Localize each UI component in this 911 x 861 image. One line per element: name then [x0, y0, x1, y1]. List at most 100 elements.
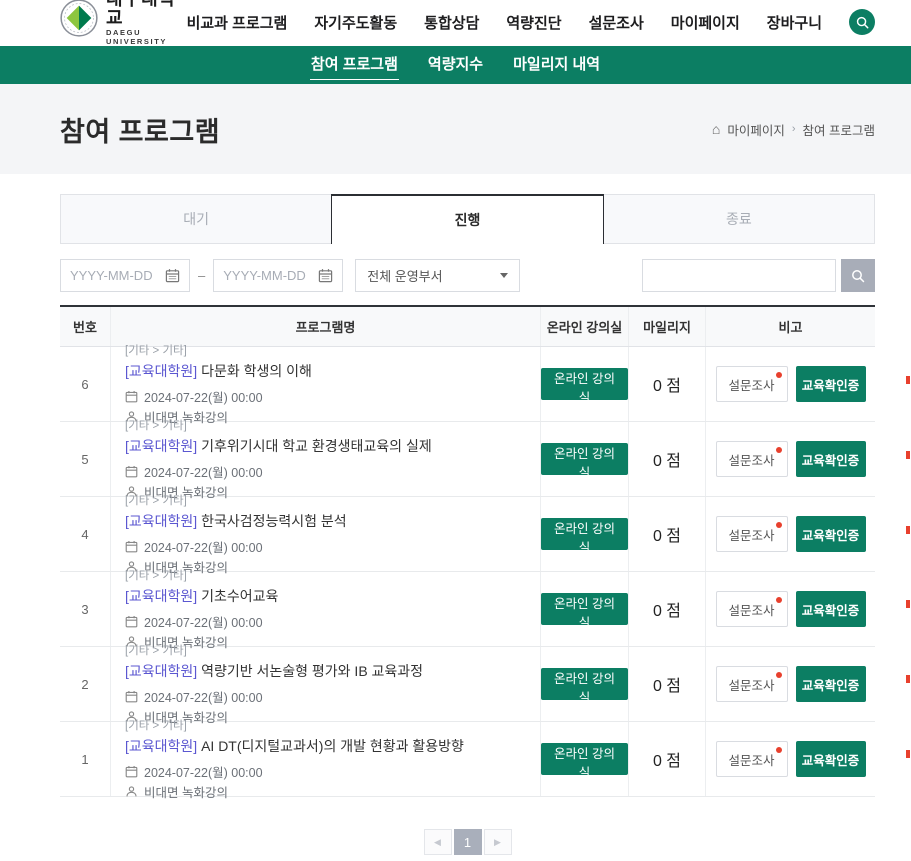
department-select-value: 전체 운영부서 — [367, 266, 442, 285]
survey-button[interactable]: 설문조사 — [716, 591, 788, 627]
program-date: 2024-07-22(월) 00:00 — [144, 537, 263, 556]
row-number: 5 — [60, 422, 110, 496]
program-category: [기타 > 기타] — [125, 642, 187, 658]
table-row: 2 [기타 > 기타] [교육대학원] 역량기반 서논술형 평가와 IB 교육과… — [60, 647, 875, 722]
online-classroom-button[interactable]: 온라인 강의실 — [541, 743, 628, 775]
program-org: [교육대학원] — [125, 438, 197, 454]
program-org: [교육대학원] — [125, 513, 197, 529]
program-date: 2024-07-22(월) 00:00 — [144, 387, 263, 406]
tab-waiting[interactable]: 대기 — [60, 194, 332, 244]
date-to-field[interactable] — [213, 259, 343, 292]
filter-bar: – 전체 운영부서 — [60, 259, 875, 292]
calendar-icon[interactable] — [165, 268, 180, 283]
tab-in-progress[interactable]: 진행 — [331, 194, 603, 244]
status-tabs: 대기 진행 종료 — [60, 194, 875, 244]
subnav-item-mileage-history[interactable]: 마일리지 내역 — [512, 51, 601, 79]
pagination: ◀ 1 ▶ — [60, 829, 875, 855]
mileage-value: 0 점 — [653, 372, 681, 396]
pagination-next-button[interactable]: ▶ — [484, 829, 512, 855]
certificate-button[interactable]: 교육확인증 — [796, 366, 866, 402]
nav-item-competency[interactable]: 역량진단 — [506, 12, 561, 33]
nav-item-counseling[interactable]: 통합상담 — [424, 12, 479, 33]
survey-button[interactable]: 설문조사 — [716, 441, 788, 477]
table-search-button[interactable] — [841, 259, 875, 292]
online-classroom-button[interactable]: 온라인 강의실 — [541, 443, 628, 475]
department-select[interactable]: 전체 운영부서 — [355, 259, 520, 292]
col-header-classroom: 온라인 강의실 — [540, 307, 628, 346]
scrollbar-marker — [906, 376, 910, 384]
online-classroom-button[interactable]: 온라인 강의실 — [541, 518, 628, 550]
pagination-prev-button[interactable]: ◀ — [424, 829, 452, 855]
col-header-mileage: 마일리지 — [628, 307, 705, 346]
nav-item-cart[interactable]: 장바구니 — [767, 12, 822, 33]
nav-item-self-directed[interactable]: 자기주도활동 — [314, 12, 397, 33]
online-classroom-button[interactable]: 온라인 강의실 — [541, 668, 628, 700]
subnav-item-programs[interactable]: 참여 프로그램 — [310, 51, 399, 80]
date-to-input[interactable] — [223, 268, 312, 283]
survey-button[interactable]: 설문조사 — [716, 516, 788, 552]
mileage-cell: 0 점 — [628, 422, 705, 496]
survey-button[interactable]: 설문조사 — [716, 366, 788, 402]
online-classroom-button[interactable]: 온라인 강의실 — [541, 593, 628, 625]
nav-item-survey[interactable]: 설문조사 — [589, 12, 644, 33]
mileage-cell: 0 점 — [628, 722, 705, 796]
scrollbar-marker — [906, 526, 910, 534]
pagination-page-1[interactable]: 1 — [454, 829, 482, 855]
breadcrumb-current: 참여 프로그램 — [803, 120, 875, 139]
certificate-button[interactable]: 교육확인증 — [796, 741, 866, 777]
col-header-no: 번호 — [60, 307, 110, 346]
program-title-link[interactable]: [교육대학원] 다문화 학생의 이해 — [125, 361, 312, 381]
notification-dot — [776, 372, 782, 378]
nav-item-extracurricular[interactable]: 비교과 프로그램 — [187, 12, 288, 33]
search-icon — [851, 269, 865, 283]
notification-dot — [776, 522, 782, 528]
mileage-cell: 0 점 — [628, 647, 705, 721]
keyword-search-input[interactable] — [642, 259, 836, 292]
online-classroom-button[interactable]: 온라인 강의실 — [541, 368, 628, 400]
survey-button-label: 설문조사 — [728, 529, 774, 543]
mileage-cell: 0 점 — [628, 347, 705, 421]
tab-ended[interactable]: 종료 — [603, 194, 875, 244]
search-icon — [856, 16, 869, 29]
breadcrumb-mypage[interactable]: 마이페이지 — [727, 120, 785, 139]
program-org: [교육대학원] — [125, 363, 197, 379]
program-cell: [기타 > 기타] [교육대학원] 한국사검정능력시험 분석 2024-07-2… — [110, 497, 540, 571]
program-date-line: 2024-07-22(월) 00:00 — [125, 612, 263, 631]
certificate-button[interactable]: 교육확인증 — [796, 516, 866, 552]
certificate-button[interactable]: 교육확인증 — [796, 591, 866, 627]
calendar-icon — [125, 765, 138, 778]
home-icon[interactable]: ⌂ — [712, 122, 720, 136]
col-header-remarks: 비고 — [705, 307, 875, 346]
program-date: 2024-07-22(월) 00:00 — [144, 462, 263, 481]
program-cell: [기타 > 기타] [교육대학원] 다문화 학생의 이해 2024-07-22(… — [110, 347, 540, 421]
program-title-link[interactable]: [교육대학원] 기초수어교육 — [125, 586, 278, 606]
program-org: [교육대학원] — [125, 588, 197, 604]
remarks-cell: 설문조사 교육확인증 — [705, 422, 875, 496]
university-logo[interactable]: 대구대학교 DAEGU UNIVERSITY — [60, 0, 187, 46]
classroom-cell: 온라인 강의실 — [540, 347, 628, 421]
date-from-input[interactable] — [70, 268, 159, 283]
certificate-button[interactable]: 교육확인증 — [796, 666, 866, 702]
program-title-link[interactable]: [교육대학원] 기후위기시대 학교 환경생태교육의 실제 — [125, 436, 432, 456]
calendar-icon[interactable] — [318, 268, 333, 283]
survey-button[interactable]: 설문조사 — [716, 666, 788, 702]
nav-item-mypage[interactable]: 마이페이지 — [671, 12, 740, 33]
header-search-button[interactable] — [849, 9, 875, 35]
certificate-button[interactable]: 교육확인증 — [796, 441, 866, 477]
classroom-cell: 온라인 강의실 — [540, 497, 628, 571]
classroom-cell: 온라인 강의실 — [540, 572, 628, 646]
program-cell: [기타 > 기타] [교육대학원] 역량기반 서논술형 평가와 IB 교육과정 … — [110, 647, 540, 721]
mileage-cell: 0 점 — [628, 497, 705, 571]
calendar-icon — [125, 540, 138, 553]
survey-button-label: 설문조사 — [728, 379, 774, 393]
notification-dot — [776, 447, 782, 453]
program-cell: [기타 > 기타] [교육대학원] AI DT(디지털교과서)의 개발 현황과 … — [110, 722, 540, 796]
date-from-field[interactable] — [60, 259, 190, 292]
survey-button[interactable]: 설문조사 — [716, 741, 788, 777]
top-header: 대구대학교 DAEGU UNIVERSITY 비교과 프로그램 자기주도활동 통… — [0, 0, 911, 46]
subnav-item-competency-index[interactable]: 역량지수 — [427, 51, 484, 79]
program-title-link[interactable]: [교육대학원] AI DT(디지털교과서)의 개발 현황과 활용방향 — [125, 736, 464, 756]
logo-title: 대구대학교 — [106, 0, 187, 28]
program-title-link[interactable]: [교육대학원] 한국사검정능력시험 분석 — [125, 511, 347, 531]
program-title-link[interactable]: [교육대학원] 역량기반 서논술형 평가와 IB 교육과정 — [125, 661, 423, 681]
